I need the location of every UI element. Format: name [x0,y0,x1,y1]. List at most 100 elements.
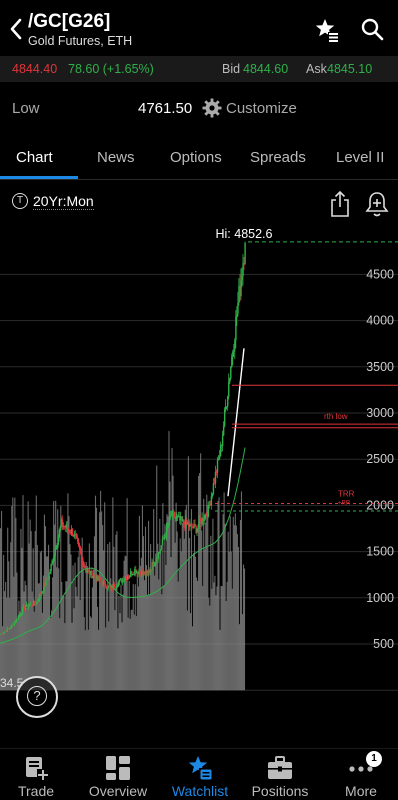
nav-more[interactable]: More 1 [326,749,396,800]
candle-body [199,518,201,521]
volume-bar [241,614,244,691]
nav-watchlist[interactable]: Watchlist [162,749,238,800]
volume-bar [92,569,94,691]
timeframe-icon[interactable]: T [12,193,28,209]
candle-body [234,340,236,350]
candle-body [235,316,237,341]
candle-body [244,242,246,264]
nav-positions-label: Positions [251,783,309,799]
positions-icon [268,756,292,779]
tab-news[interactable]: News [97,149,135,166]
low-label: Low [12,100,40,117]
volume-bar [216,586,218,691]
candle-body [222,425,225,436]
candle-body [68,529,71,533]
volume-bar [157,543,159,691]
rth-low-label: rth low [324,412,348,421]
tab-chart[interactable]: Chart [16,149,53,166]
volume-bar [189,613,191,691]
active-tab-indicator [0,176,78,179]
nav-positions[interactable]: Positions [242,749,318,800]
volume-bar [56,567,58,691]
volume-bar [64,623,66,691]
volume-bar [214,575,216,691]
volume-bar [182,520,184,691]
candle-body [164,536,167,538]
volume-bar [99,512,101,691]
volume-bar [218,497,220,691]
tab-options[interactable]: Options [170,149,222,166]
volume-bar [53,501,55,691]
candle-body [17,616,20,620]
volume-bar [79,600,81,691]
volume-bar [73,608,75,691]
volume-bar [198,475,200,691]
share-icon[interactable] [328,190,352,218]
volume-bar [215,595,217,691]
header: /GC[G26] Gold Futures, ETH [0,0,398,56]
candle-body [231,356,233,368]
candle-body [158,552,161,554]
nav-trade[interactable]: Trade [0,749,72,800]
volume-bar [112,497,114,691]
watchlist-star-icon[interactable] [314,17,340,43]
tab-level-ii[interactable]: Level II [336,149,384,166]
volume-bar [74,562,76,691]
range-selector[interactable]: 20Yr:Mon [33,193,94,210]
candle-body [80,549,82,554]
help-button[interactable]: ? [16,676,58,718]
volume-bar [144,526,147,691]
candle-body [55,548,57,550]
customize-link[interactable]: Customize [226,100,297,117]
volume-bar [243,568,246,691]
volume-bar [220,585,222,691]
symbol-title: /GC[G26] [28,11,111,32]
volume-bar [202,585,204,691]
volume-bar [39,552,41,691]
volume-bar [115,534,117,691]
candle-body [170,515,173,517]
alert-bell-icon[interactable] [364,190,390,218]
candle-body [167,523,170,526]
volume-bar [88,543,90,691]
volume-bar [110,578,112,691]
candle-body [183,519,185,525]
volume-bar [87,629,89,691]
candle-body [203,519,205,522]
volume-bar [175,502,177,691]
quote-bar: 4844.40 78.60 (+1.65%) Bid 4844.60 Ask 4… [0,56,398,82]
candle-body [50,564,52,572]
candle-body [71,529,74,536]
volume-bar [239,519,241,691]
volume-bar [177,581,179,691]
price-chart[interactable]: 4500 4000 3500 3000 2500 2000 1500 1000 500 Hi: 4… [0,222,398,748]
volume-bar [231,588,233,691]
y-tick-label: 1000 [366,591,394,605]
bid-label: Bid [222,62,241,76]
back-arrow-icon[interactable] [6,14,26,44]
search-icon[interactable] [360,17,384,41]
volume-bar [127,617,129,691]
nav-watchlist-label: Watchlist [171,783,229,799]
candle-body [84,565,86,569]
volume-bar [151,569,153,691]
volume-bar [163,586,165,691]
volume-bar [236,534,238,691]
nav-overview[interactable]: Overview [80,749,156,800]
candle-body [216,459,219,473]
candle-body [21,608,24,614]
volume-bar [118,595,120,691]
gear-icon[interactable] [202,98,222,118]
volume-bar [140,557,142,691]
tab-spreads[interactable]: Spreads [250,149,306,166]
volume-bar [27,501,29,691]
nav-more-label: More [345,783,377,799]
volume-bar [150,544,152,691]
candle-body [186,519,188,525]
volume-bar [109,541,111,691]
candle-body [159,549,162,553]
volume-bar [25,585,27,691]
y-tick-label: 1500 [366,545,394,559]
nav-overview-label: Overview [88,783,148,799]
volume-bar [133,614,135,691]
